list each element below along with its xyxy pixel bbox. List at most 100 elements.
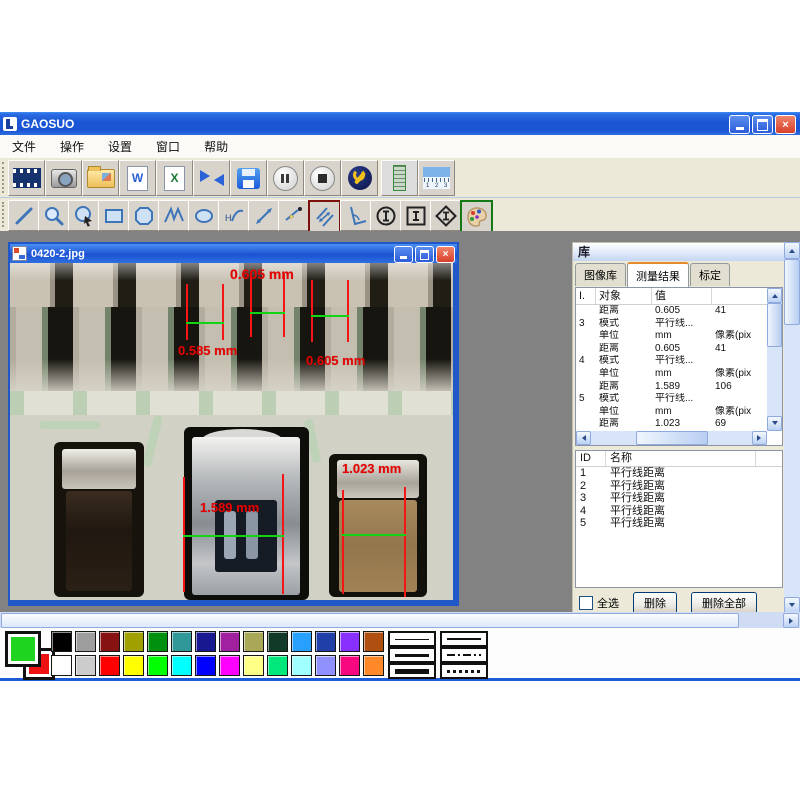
table-row[interactable]: 距离 1.589 106 (576, 381, 782, 394)
image-restore-button[interactable] (415, 246, 434, 263)
scrollbar-thumb[interactable] (636, 431, 708, 445)
scrollbar-thumb[interactable] (1, 613, 739, 628)
workspace-hscrollbar[interactable] (0, 612, 800, 628)
color-swatch[interactable] (123, 631, 144, 652)
list-item[interactable]: 4 平行线距离 (576, 505, 782, 518)
menu-help[interactable]: 帮助 (192, 136, 240, 157)
list-item[interactable]: 3 平行线距离 (576, 492, 782, 505)
line-style-dashdot-button[interactable] (440, 647, 488, 663)
ruler-button[interactable] (381, 160, 418, 196)
line-width-medium-button[interactable] (388, 647, 436, 663)
tab-calibration[interactable]: 标定 (690, 263, 730, 286)
open-file-button[interactable] (82, 160, 119, 196)
polyline-tool-button[interactable] (158, 200, 189, 231)
foreground-color-swatch[interactable] (5, 631, 41, 667)
parallel-distance-tool-button[interactable] (308, 200, 341, 233)
table-row[interactable]: 5 模式 平行线... (576, 393, 782, 406)
image-close-button[interactable]: × (436, 246, 455, 263)
palette-tool-button[interactable] (460, 200, 493, 233)
color-swatch[interactable] (339, 631, 360, 652)
line-style-dotted-button[interactable] (440, 663, 488, 679)
color-swatch[interactable] (315, 631, 336, 652)
perpendicular-tool-button[interactable] (278, 200, 309, 231)
save-button[interactable] (230, 160, 267, 196)
color-swatch[interactable] (147, 655, 168, 676)
list-item[interactable]: 1 平行线距离 (576, 467, 782, 480)
color-swatch[interactable] (363, 655, 384, 676)
color-swatch[interactable] (171, 631, 192, 652)
pause-button[interactable] (267, 160, 304, 196)
circle-pick-tool-button[interactable] (68, 200, 99, 231)
toolbar-grip-2[interactable] (2, 202, 7, 227)
polygon-tool-button[interactable] (128, 200, 159, 231)
toolbar-grip[interactable] (2, 162, 7, 193)
color-swatch[interactable] (219, 631, 240, 652)
line-tool-button[interactable] (8, 200, 39, 231)
stop-button[interactable] (304, 160, 341, 196)
table-row[interactable]: 单位 mm 像素(pix (576, 406, 782, 419)
color-swatch[interactable] (171, 655, 192, 676)
distance-tool-button[interactable] (248, 200, 279, 231)
angle-tool-button[interactable] (340, 200, 371, 231)
delete-button[interactable]: 删除 (633, 592, 677, 614)
photo-canvas[interactable]: 0.605 mm 0.585 mm 0.605 mm 1.589 mm 1.02… (10, 263, 453, 600)
line-style-solid-button[interactable] (440, 631, 488, 647)
list-item[interactable]: 2 平行线距离 (576, 480, 782, 493)
menu-settings[interactable]: 设置 (96, 136, 144, 157)
export-excel-button[interactable]: X (156, 160, 193, 196)
list-item[interactable]: 5 平行线距离 (576, 517, 782, 530)
table-row[interactable]: 距离 0.605 41 (576, 305, 782, 318)
close-button[interactable]: × (775, 115, 796, 134)
tab-image-library[interactable]: 图像库 (575, 263, 626, 286)
video-button[interactable] (8, 160, 45, 196)
color-swatch[interactable] (195, 631, 216, 652)
color-swatch[interactable] (243, 655, 264, 676)
color-swatch[interactable] (243, 631, 264, 652)
table-row[interactable]: 3 模式 平行线... (576, 318, 782, 331)
menu-operate[interactable]: 操作 (48, 136, 96, 157)
scrollbar-thumb[interactable] (784, 259, 800, 325)
color-swatch[interactable] (219, 655, 240, 676)
color-swatch[interactable] (195, 655, 216, 676)
delete-all-button[interactable]: 删除全部 (691, 592, 757, 614)
annotate-circle-tool-button[interactable] (370, 200, 401, 231)
color-swatch[interactable] (339, 655, 360, 676)
line-width-thick-button[interactable] (388, 663, 436, 679)
arc-tool-button[interactable]: H (218, 200, 249, 231)
calibration-button[interactable] (418, 160, 455, 196)
color-swatch[interactable] (51, 631, 72, 652)
color-swatch[interactable] (363, 631, 384, 652)
table-row[interactable]: 单位 mm 像素(pix (576, 368, 782, 381)
workspace-vscrollbar[interactable] (784, 242, 800, 614)
results-hscrollbar[interactable] (576, 431, 767, 445)
color-swatch[interactable] (75, 655, 96, 676)
select-all-checkbox[interactable] (579, 596, 593, 610)
title-bar[interactable]: GAOSUO × (0, 112, 800, 135)
results-vscrollbar[interactable] (767, 288, 782, 431)
menu-file[interactable]: 文件 (0, 136, 48, 157)
tab-measure-results[interactable]: 测量结果 (627, 262, 689, 287)
export-word-button[interactable]: W (119, 160, 156, 196)
scrollbar-thumb[interactable] (767, 303, 782, 347)
rectangle-tool-button[interactable] (98, 200, 129, 231)
color-swatch[interactable] (291, 655, 312, 676)
table-row[interactable]: 单位 mm 像素(pix (576, 330, 782, 343)
maximize-button[interactable] (752, 115, 773, 134)
color-swatch[interactable] (315, 655, 336, 676)
color-swatch[interactable] (99, 631, 120, 652)
color-swatch[interactable] (267, 631, 288, 652)
table-row[interactable]: 距离 1.023 69 (576, 418, 782, 431)
color-swatch[interactable] (99, 655, 120, 676)
image-window-titlebar[interactable]: 0420-2.jpg × (10, 244, 457, 263)
ellipse-tool-button[interactable] (188, 200, 219, 231)
line-width-thin-button[interactable] (388, 631, 436, 647)
image-minimize-button[interactable] (394, 246, 413, 263)
menu-window[interactable]: 窗口 (144, 136, 192, 157)
annotate-diamond-tool-button[interactable] (430, 200, 461, 231)
camera-button[interactable] (45, 160, 82, 196)
color-swatch[interactable] (75, 631, 96, 652)
color-swatch[interactable] (123, 655, 144, 676)
color-swatch[interactable] (147, 631, 168, 652)
annotate-box-tool-button[interactable] (400, 200, 431, 231)
minimize-button[interactable] (729, 115, 750, 134)
